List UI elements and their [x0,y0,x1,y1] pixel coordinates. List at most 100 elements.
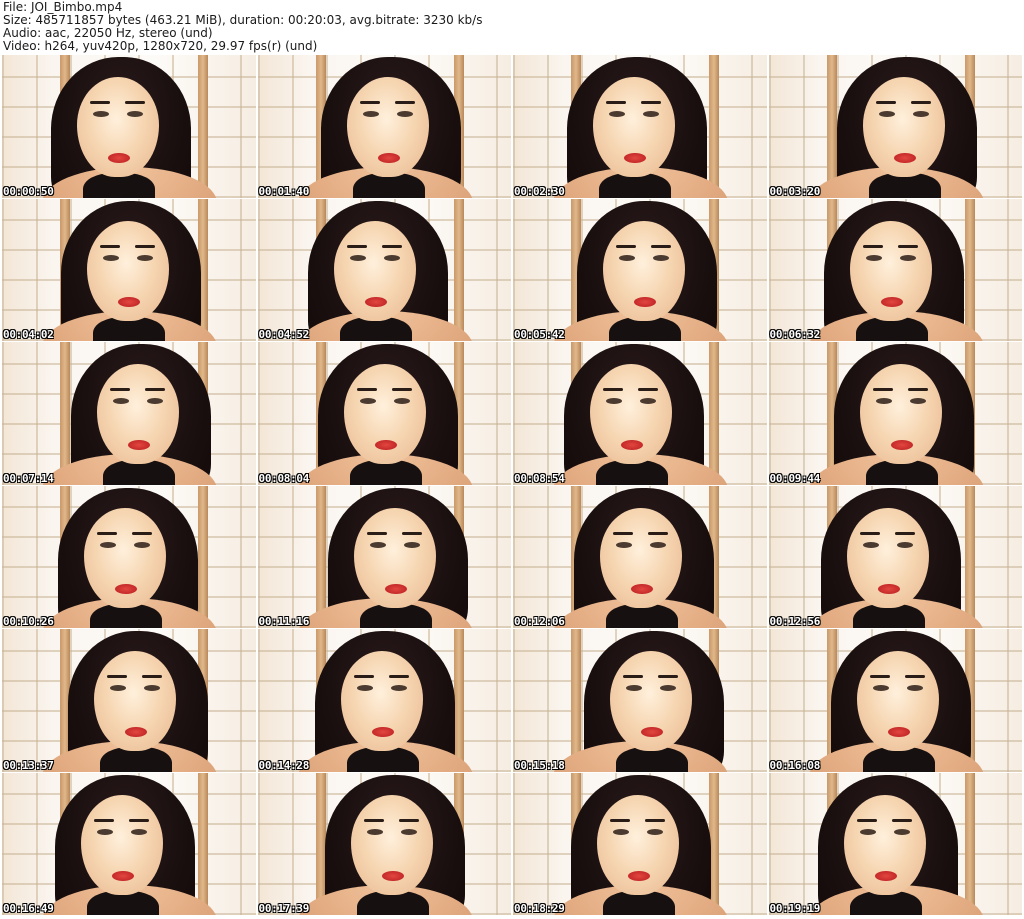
frame-timestamp: 00:13:37 [3,758,54,772]
frame-image-brow-l [90,101,110,104]
frame-image-brow-l [869,675,890,678]
frame-timestamp: 00:16:08 [769,758,821,772]
frame-image-eye-l [349,254,366,261]
video-frame-thumbnail: 00:15:18 [513,629,767,772]
frame-image-brow-r [398,818,419,822]
file-info-header: File: JOI_Bimbo.mp4 Size: 485711857 byte… [3,1,482,53]
frame-image-brow-l [859,531,880,535]
frame-image-brow-r [638,388,658,391]
video-frame-thumbnail: 00:18:29 [513,772,767,915]
frame-image-lips [631,583,653,594]
frame-image-brow-l [623,675,643,678]
frame-image-eye-l [875,398,892,404]
video-frame-thumbnail: 00:04:52 [257,198,511,341]
video-frame-thumbnail: 00:03:20 [768,55,1022,198]
frame-image-brow-l [616,244,636,248]
frame-image-brow-r [145,388,165,391]
frame-image-frame-right [964,198,975,341]
frame-image-frame-left [315,485,326,628]
video-frame-thumbnail: 00:13:37 [2,629,256,772]
frame-image-eye-r [660,685,676,691]
frame-image-eye-r [131,828,147,835]
frame-image-brow-l [613,531,633,535]
frame-image-brow-l [356,388,377,391]
frame-image-eye-r [640,398,656,404]
frame-image-lips [874,870,897,881]
frame-image-brow-r [132,531,152,535]
frame-image-eye-r [906,685,923,691]
frame-timestamp: 00:07:14 [3,471,54,485]
video-frame-thumbnail: 00:00:50 [2,55,256,198]
frame-image-frame-right [709,55,719,198]
video-frame-thumbnail: 00:07:14 [2,342,256,485]
frame-timestamp: 00:12:56 [769,615,821,628]
frame-timestamp: 00:01:40 [258,184,310,198]
frame-timestamp: 00:16:49 [3,902,54,915]
frame-image-lips [374,440,397,450]
frame-image-brow-l [606,101,626,104]
frame-image-brow-r [648,531,668,535]
frame-image-eye-l [366,828,383,835]
frame-image-eye-l [609,111,625,117]
frame-image-lips [364,296,387,307]
frame-image-brow-r [645,818,665,822]
frame-image-eye-r [650,541,666,548]
frame-timestamp: 00:04:02 [3,328,54,341]
frame-image-eye-r [390,685,407,691]
video-frame-thumbnail: 00:14:28 [257,629,511,772]
frame-image-brow-r [897,244,918,248]
frame-image-lips [893,153,916,163]
frame-image-lips [371,727,394,737]
frame-image-frame-right [198,485,208,628]
video-frame-thumbnail: 00:10:26 [2,485,256,628]
frame-image-eye-l [110,685,126,691]
frame-image-brow-r [658,675,678,678]
video-frame-thumbnail: 00:16:49 [2,772,256,915]
frame-image-brow-l [862,244,883,248]
frame-image-lips [641,727,663,737]
frame-timestamp: 00:00:50 [3,184,54,198]
frame-image-eye-l [626,685,642,691]
frame-image-brow-l [872,388,893,391]
frame-timestamp: 00:11:16 [258,615,310,628]
frame-image-lips [128,440,150,450]
frame-timestamp: 00:17:39 [258,902,310,915]
frame-image-lips [125,727,147,737]
frame-image-frame-right [198,772,208,915]
frame-image-brow-r [891,818,912,822]
frame-image-lips [890,440,913,450]
frame-image-eye-l [878,111,895,117]
video-frame-thumbnail: 00:05:42 [513,198,767,341]
frame-image-lips [108,153,130,163]
frame-image-eye-l [359,398,376,404]
frame-image-brow-l [353,675,374,678]
frame-image-eye-r [653,254,669,261]
frame-image-brow-l [856,818,877,822]
frame-image-lips [877,583,900,594]
frame-image-eye-l [97,828,113,835]
frame-image-lips [112,870,134,881]
video-frame-thumbnail: 00:08:04 [257,342,511,485]
frame-image-brow-l [366,531,387,535]
frame-image-eye-r [896,541,913,548]
frame-image-lips [628,870,650,881]
video-frame-thumbnail: 00:01:40 [257,55,511,198]
video-frame-thumbnail: 00:11:16 [257,485,511,628]
frame-image-lips [381,870,404,881]
frame-image-eye-r [137,254,153,261]
frame-image-eye-r [127,111,143,117]
video-frame-thumbnail: 00:09:44 [768,342,1022,485]
frame-image-frame-right [709,342,719,485]
frame-image-frame-right [453,198,464,341]
frame-image-eye-l [113,398,129,404]
frame-image-frame-right [964,772,975,915]
frame-timestamp: 00:05:42 [514,328,565,341]
frame-image-eye-r [396,111,413,117]
frame-image-eye-l [619,254,635,261]
video-frame-thumbnail: 00:02:30 [513,55,767,198]
frame-image-eye-r [393,398,410,404]
frame-image-eye-r [147,398,163,404]
frame-image-brow-r [904,675,925,678]
frame-image-brow-r [910,101,931,104]
frame-image-lips [880,296,903,307]
